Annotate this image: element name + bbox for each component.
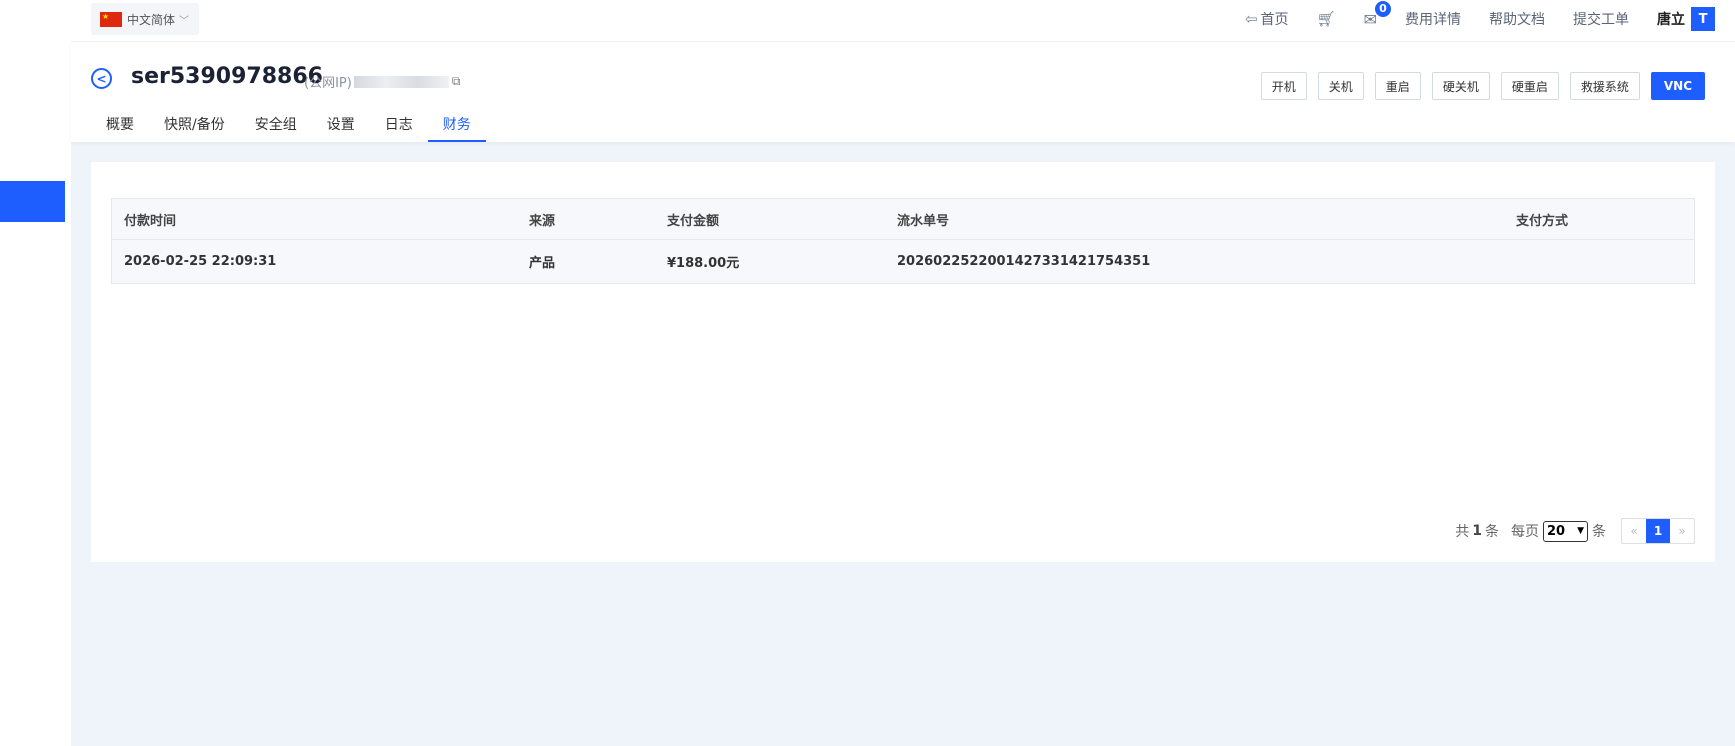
sidebar-active-item[interactable] bbox=[0, 181, 65, 222]
column-header-source: 来源 bbox=[529, 213, 556, 229]
chevron-down-icon: ﹀ bbox=[179, 15, 190, 27]
tab-overview[interactable]: 概要 bbox=[91, 105, 149, 142]
finance-table: 付款时间 来源 支付金额 流水单号 支付方式 2026-02-25 22:09:… bbox=[111, 198, 1695, 284]
main-area: 中文简体 ﹀ ⇦ 首页 🛒︎ ✉ 0 费用详情 帮助文档 提交工单 唐立 T < bbox=[71, 0, 1735, 746]
tab-settings[interactable]: 设置 bbox=[312, 105, 370, 142]
cell-amount: ¥188.00元 bbox=[667, 256, 740, 271]
page-button-current[interactable]: 1 bbox=[1646, 519, 1670, 543]
power-on-button[interactable]: 开机 bbox=[1260, 72, 1307, 100]
top-nav: ⇦ 首页 🛒︎ ✉ 0 费用详情 帮助文档 提交工单 唐立 T bbox=[1217, 0, 1715, 38]
server-header: < ser5390978866 (公网IP) ⧉ 开机 关机 重启 硬关机 硬重… bbox=[71, 42, 1735, 142]
column-header-amount: 支付金额 bbox=[667, 213, 720, 229]
china-flag-icon bbox=[100, 11, 122, 27]
power-off-button[interactable]: 关机 bbox=[1317, 72, 1364, 100]
server-name: ser5390978866 bbox=[131, 64, 323, 89]
nav-home-label: 首页 bbox=[1260, 12, 1289, 28]
back-button[interactable]: < bbox=[91, 68, 112, 89]
language-selector[interactable]: 中文简体 ﹀ bbox=[91, 3, 199, 35]
tab-snapshot[interactable]: 快照/备份 bbox=[149, 105, 240, 142]
home-arrow-icon: ⇦ bbox=[1244, 10, 1258, 28]
ip-redacted bbox=[353, 75, 449, 88]
public-ip: (公网IP) ⧉ bbox=[304, 72, 460, 91]
sidebar bbox=[0, 0, 71, 746]
copy-icon[interactable]: ⧉ bbox=[452, 74, 461, 89]
language-label: 中文简体 bbox=[127, 12, 176, 27]
tab-logs[interactable]: 日志 bbox=[370, 105, 428, 142]
server-actions: 开机 关机 重启 硬关机 硬重启 救援系统 VNC bbox=[1250, 72, 1705, 100]
chevron-left-icon: < bbox=[96, 71, 107, 86]
nav-billing[interactable]: 费用详情 bbox=[1405, 9, 1461, 29]
prev-page-button[interactable]: « bbox=[1622, 519, 1646, 543]
next-page-button[interactable]: » bbox=[1670, 519, 1694, 543]
total-count: 1 bbox=[1472, 523, 1482, 539]
mail-count-badge: 0 bbox=[1375, 0, 1391, 17]
hard-restart-button[interactable]: 硬重启 bbox=[1500, 72, 1559, 100]
table-header: 付款时间 来源 支付金额 流水单号 支付方式 bbox=[112, 199, 1694, 240]
per-page-suffix: 条 bbox=[1592, 524, 1606, 540]
vnc-button[interactable]: VNC bbox=[1650, 72, 1705, 100]
per-page-value: 20 bbox=[1547, 523, 1566, 539]
column-header-time: 付款时间 bbox=[124, 213, 177, 229]
per-page: 每页 20 ▼ 条 bbox=[1511, 520, 1606, 542]
cell-source: 产品 bbox=[529, 256, 556, 271]
avatar[interactable]: T bbox=[1691, 7, 1715, 31]
cart-button[interactable]: 🛒︎ bbox=[1317, 10, 1336, 28]
total-prefix: 共 bbox=[1455, 524, 1470, 540]
page-buttons: « 1 » bbox=[1621, 518, 1695, 544]
mail-icon: ✉ 0 bbox=[1364, 0, 1391, 29]
cell-serial: 20260225220014273314217543​51 bbox=[897, 254, 1151, 269]
nav-ticket[interactable]: 提交工单 bbox=[1573, 9, 1629, 29]
user-name[interactable]: 唐立 bbox=[1657, 9, 1685, 29]
cell-time: 2026-02-25 22:09:31 bbox=[124, 254, 277, 269]
cart-icon: 🛒︎ bbox=[1316, 10, 1336, 28]
total-suffix: 条 bbox=[1485, 524, 1499, 540]
table-row: 2026-02-25 22:09:31 产品 ¥188.00元 20260225… bbox=[112, 240, 1694, 283]
column-header-method: 支付方式 bbox=[1516, 213, 1569, 229]
finance-card: 付款时间 来源 支付金额 流水单号 支付方式 2026-02-25 22:09:… bbox=[91, 162, 1715, 562]
chevron-down-icon: ▼ bbox=[1577, 526, 1584, 536]
column-header-serial: 流水单号 bbox=[897, 213, 950, 229]
restart-button[interactable]: 重启 bbox=[1374, 72, 1421, 100]
rescue-button[interactable]: 救援系统 bbox=[1569, 72, 1640, 100]
tab-security-group[interactable]: 安全组 bbox=[240, 105, 312, 142]
per-page-select[interactable]: 20 ▼ bbox=[1543, 520, 1588, 542]
mail-button[interactable]: ✉ 0 bbox=[1364, 0, 1391, 29]
ip-label: (公网IP) bbox=[304, 76, 352, 91]
hard-off-button[interactable]: 硬关机 bbox=[1431, 72, 1490, 100]
pagination: 共 1 条 每页 20 ▼ 条 « 1 » bbox=[1455, 518, 1695, 544]
per-page-prefix: 每页 bbox=[1511, 524, 1539, 540]
nav-docs[interactable]: 帮助文档 bbox=[1489, 9, 1545, 29]
nav-home[interactable]: ⇦ 首页 bbox=[1245, 9, 1289, 29]
tab-finance[interactable]: 财务 bbox=[427, 105, 486, 142]
tab-bar: 概要 快照/备份 安全组 设置 日志 财务 bbox=[91, 105, 486, 142]
top-header: 中文简体 ﹀ ⇦ 首页 🛒︎ ✉ 0 费用详情 帮助文档 提交工单 唐立 T bbox=[71, 0, 1735, 42]
